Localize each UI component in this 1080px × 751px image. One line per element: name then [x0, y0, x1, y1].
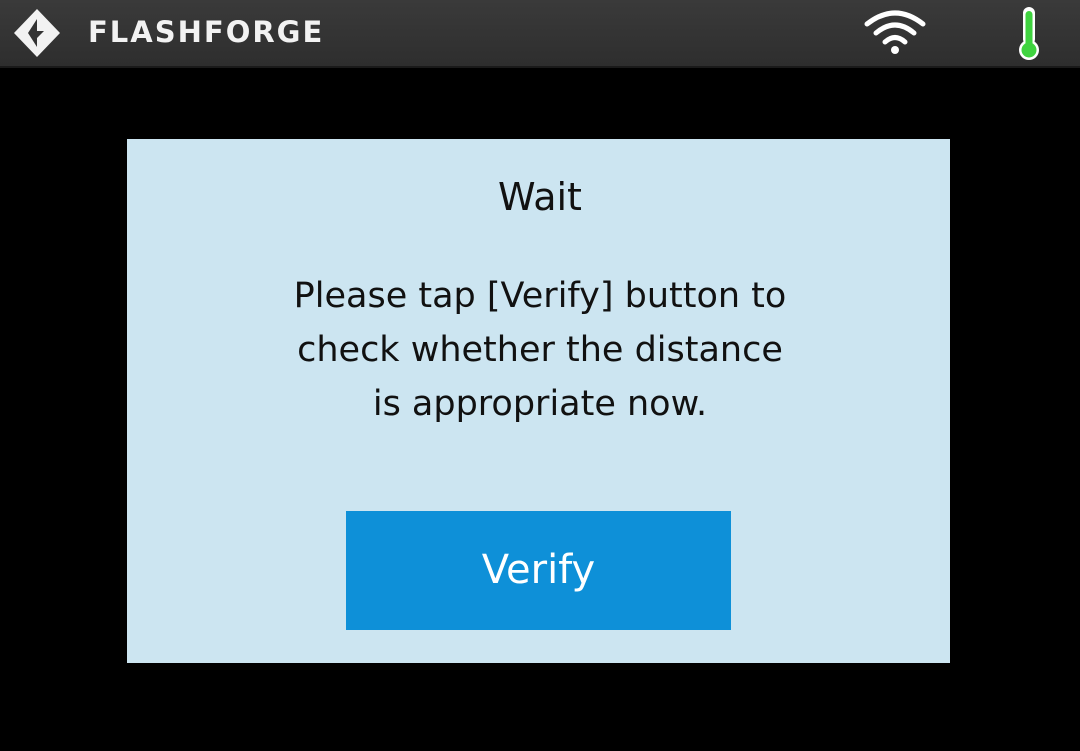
brand-name: FLASHFORGE	[88, 15, 325, 49]
dialog-title: Wait	[498, 175, 582, 219]
verify-button[interactable]: Verify	[346, 511, 731, 630]
dialog-message-line: Please tap [Verify] button to	[293, 276, 787, 316]
dialog-message-line: is appropriate now.	[372, 384, 708, 424]
dialog-message: Please tap [Verify] button to check whet…	[0, 269, 1080, 431]
wifi-icon[interactable]	[862, 8, 928, 56]
flashforge-logo-icon	[14, 9, 60, 57]
dialog-message-line: check whether the distance	[297, 330, 783, 370]
thermometer-icon[interactable]	[1012, 4, 1046, 62]
top-status-bar: FLASHFORGE	[0, 0, 1080, 68]
printer-screen: FLASHFORGE Wait Please tap [Verify] butt…	[0, 0, 1080, 751]
